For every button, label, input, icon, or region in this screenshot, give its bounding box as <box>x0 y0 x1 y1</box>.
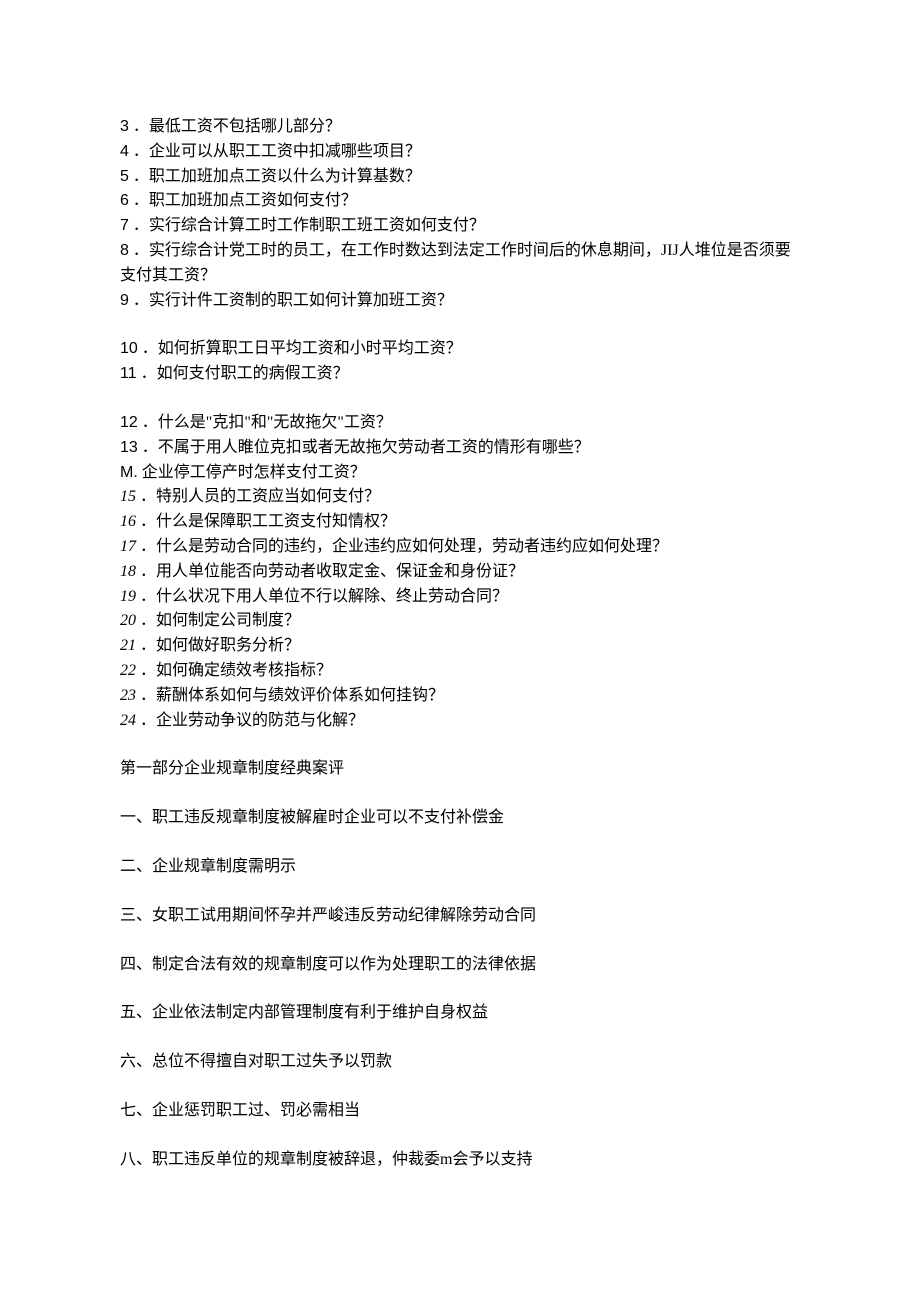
item-text: ．如何制定公司制度？ <box>140 612 300 629</box>
list-item: 13 ．不属于用人睢位克扣或者无故拖欠劳动者工资的情形有哪些？ <box>120 436 800 461</box>
item-text: ．如何做好职务分析？ <box>140 637 300 654</box>
item-number: 6 <box>120 192 129 209</box>
list-item: 16 ．什么是保障职工工资支付知情权？ <box>120 510 800 535</box>
item-number: 12 <box>120 414 138 431</box>
item-number: 17 <box>120 538 136 555</box>
list-item: 11 ．如何支付职工的病假工资？ <box>120 362 800 387</box>
question-list-block-2: 10 ．如何折算职工日平均工资和小时平均工资？ 11 ．如何支付职工的病假工资？ <box>120 337 800 387</box>
item-number: 9 <box>120 292 129 309</box>
item-text: ．特别人员的工资应当如何支付？ <box>140 488 380 505</box>
item-number: 15 <box>120 488 136 505</box>
item-number: M. <box>120 464 138 481</box>
item-text: ．薪酬体系如何与绩效评价体系如何挂钩？ <box>140 687 444 704</box>
list-item: 19 ．什么状况下用人单位不行以解除、终止劳动合同？ <box>120 585 800 610</box>
item-text: ．如何支付职工的病假工资？ <box>141 365 349 382</box>
item-number: 4 <box>120 143 129 160</box>
list-item: 23 ．薪酬体系如何与绩效评价体系如何挂钩？ <box>120 684 800 709</box>
item-number: 20 <box>120 612 136 629</box>
item-number: 7 <box>120 217 129 234</box>
list-item: 9 ．实行计件工资制的职工如何计算加班工资？ <box>120 289 800 314</box>
item-text: ．如何确定绩效考核指标？ <box>140 662 332 679</box>
item-text: ．职工加班加点工资如何支付？ <box>133 192 357 209</box>
list-item: 8 ．实行综合计党工时的员工，在工作时数达到法定工作时间后的休息期间，JIJ人堆… <box>120 239 800 289</box>
question-list-block-1: 3 ．最低工资不包括哪儿部分？ 4 ．企业可以从职工工资中扣减哪些项目？ 5 ．… <box>120 115 800 313</box>
list-item: 15 ．特别人员的工资应当如何支付？ <box>120 485 800 510</box>
item-number: 23 <box>120 687 136 704</box>
case-item: 四、制定合法有效的规章制度可以作为处理职工的法律依据 <box>120 953 800 978</box>
item-text: ．企业劳动争议的防范与化解？ <box>140 712 364 729</box>
item-text: ．职工加班加点工资以什么为计算基数？ <box>133 168 421 185</box>
item-text: ．什么是保障职工工资支付知情权？ <box>140 513 396 530</box>
list-item: 7 ．实行综合计算工时工作制职工班工资如何支付？ <box>120 214 800 239</box>
item-text: ．什么状况下用人单位不行以解除、终止劳动合同？ <box>140 588 508 605</box>
case-item: 五、企业依法制定内部管理制度有利于维护自身权益 <box>120 1001 800 1026</box>
case-item: 八、职工违反单位的规章制度被辞退，仲裁委m会予以支持 <box>120 1148 800 1173</box>
item-number: 3 <box>120 118 129 135</box>
list-item: 4 ．企业可以从职工工资中扣减哪些项目？ <box>120 140 800 165</box>
item-text: ．什么是"克扣"和"无故拖欠"工资？ <box>142 414 392 431</box>
list-item: 18 ．用人单位能否向劳动者收取定金、保证金和身份证？ <box>120 560 800 585</box>
list-item: 6 ．职工加班加点工资如何支付？ <box>120 189 800 214</box>
list-item: M. 企业停工停产时怎样支付工资？ <box>120 461 800 486</box>
item-number: 8 <box>120 242 129 259</box>
item-text: ．如何折算职工日平均工资和小时平均工资？ <box>142 340 462 357</box>
list-item: 22 ．如何确定绩效考核指标？ <box>120 659 800 684</box>
item-text: ．用人单位能否向劳动者收取定金、保证金和身份证？ <box>140 563 524 580</box>
item-number: 5 <box>120 168 129 185</box>
list-item: 3 ．最低工资不包括哪儿部分？ <box>120 115 800 140</box>
list-item: 5 ．职工加班加点工资以什么为计算基数？ <box>120 165 800 190</box>
item-number: 21 <box>120 637 136 654</box>
item-number: 11 <box>120 365 137 382</box>
list-item: 24 ．企业劳动争议的防范与化解？ <box>120 709 800 734</box>
item-number: 18 <box>120 563 136 580</box>
item-text: 企业停工停产时怎样支付工资？ <box>138 464 366 481</box>
case-item: 三、女职工试用期间怀孕并严峻违反劳动纪律解除劳动合同 <box>120 904 800 929</box>
list-item: 21 ．如何做好职务分析？ <box>120 634 800 659</box>
case-item: 六、总位不得擅自对职工过失予以罚款 <box>120 1050 800 1075</box>
case-item: 一、职工违反规章制度被解雇时企业可以不支付补偿金 <box>120 806 800 831</box>
list-item: 12 ．什么是"克扣"和"无故拖欠"工资？ <box>120 411 800 436</box>
item-number: 22 <box>120 662 136 679</box>
list-item: 17 ．什么是劳动合同的违约，企业违约应如何处理，劳动者违约应如何处理？ <box>120 535 800 560</box>
item-text: ．实行计件工资制的职工如何计算加班工资？ <box>133 292 453 309</box>
question-list-block-3: 12 ．什么是"克扣"和"无故拖欠"工资？ 13 ．不属于用人睢位克扣或者无故拖… <box>120 411 800 485</box>
item-number: 24 <box>120 712 136 729</box>
item-number: 10 <box>120 340 138 357</box>
document-page: 3 ．最低工资不包括哪儿部分？ 4 ．企业可以从职工工资中扣减哪些项目？ 5 ．… <box>0 0 920 1253</box>
item-number: 16 <box>120 513 136 530</box>
item-text: ．什么是劳动合同的违约，企业违约应如何处理，劳动者违约应如何处理？ <box>140 538 668 555</box>
item-text: ．不属于用人睢位克扣或者无故拖欠劳动者工资的情形有哪些？ <box>142 439 590 456</box>
list-item: 20 ．如何制定公司制度？ <box>120 609 800 634</box>
item-number: 19 <box>120 588 136 605</box>
case-item: 七、企业惩罚职工过、罚必需相当 <box>120 1099 800 1124</box>
item-text: ．实行综合计党工时的员工，在工作时数达到法定工作时间后的休息期间，JIJ人堆位是… <box>120 242 791 284</box>
item-text: ．企业可以从职工工资中扣减哪些项目？ <box>133 143 421 160</box>
item-text: ．最低工资不包括哪儿部分？ <box>133 118 341 135</box>
item-text: ．实行综合计算工时工作制职工班工资如何支付？ <box>133 217 485 234</box>
list-item: 10 ．如何折算职工日平均工资和小时平均工资？ <box>120 337 800 362</box>
section-heading: 第一部分企业规章制度经典案评 <box>120 757 800 782</box>
item-number: 13 <box>120 439 138 456</box>
case-item: 二、企业规章制度需明示 <box>120 855 800 880</box>
question-list-italic: 15 ．特别人员的工资应当如何支付？ 16 ．什么是保障职工工资支付知情权？ 1… <box>120 485 800 733</box>
